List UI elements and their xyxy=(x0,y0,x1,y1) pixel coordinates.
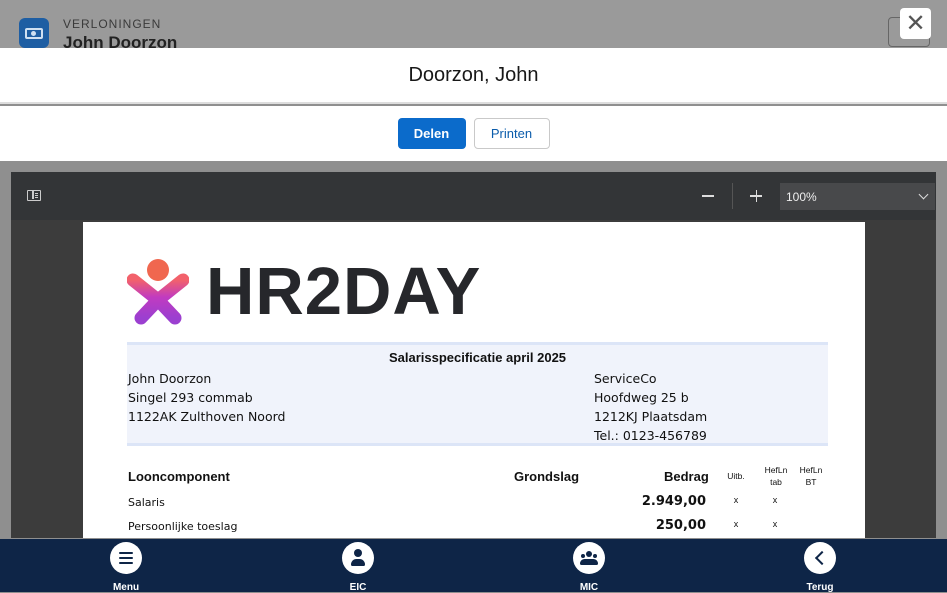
table-row-heflntab: x xyxy=(772,519,778,529)
sidebar-toggle-icon[interactable] xyxy=(27,190,41,201)
employer-address: ServiceCo Hoofdweg 25 b 1212KJ Plaatsdam… xyxy=(594,369,707,445)
bottom-nav: Menu EIC MIC Terug xyxy=(0,539,947,593)
address-line: 1122AK Zulthoven Noord xyxy=(128,409,286,424)
table-row-amount: 250,00 xyxy=(655,518,706,533)
close-modal-button[interactable]: ✕ xyxy=(900,8,931,39)
column-header-heflntab: HefLn tab xyxy=(764,465,788,487)
zoom-out-icon[interactable] xyxy=(699,187,717,205)
employee-address: John Doorzon Singel 293 commab 1122AK Zu… xyxy=(128,369,285,426)
nav-label: EIC xyxy=(349,582,367,593)
close-icon: ✕ xyxy=(905,9,926,37)
table-row-uitb: x xyxy=(733,519,739,529)
modal-title: Doorzon, John xyxy=(408,63,539,86)
pdf-page: HR2DAY Salarisspecificatie april 2025 Jo… xyxy=(83,222,865,538)
zoom-select[interactable]: 100% xyxy=(780,183,935,210)
zoom-in-icon[interactable] xyxy=(747,187,765,205)
hr2day-logo-icon xyxy=(127,259,189,325)
print-button[interactable]: Printen xyxy=(473,118,550,149)
address-line: ServiceCo xyxy=(594,371,657,386)
nav-label: Menu xyxy=(112,582,140,593)
address-line: Singel 293 commab xyxy=(128,390,253,405)
table-row-uitb: x xyxy=(733,495,739,505)
group-icon xyxy=(573,542,605,574)
nav-label: MIC xyxy=(579,582,599,593)
address-line: Hoofdweg 25 b xyxy=(594,390,689,405)
table-row-heflntab: x xyxy=(772,495,778,505)
nav-mic[interactable]: MIC xyxy=(554,542,624,593)
hamburger-menu-icon xyxy=(110,542,142,574)
person-icon xyxy=(342,542,374,574)
table-row-label: Salaris xyxy=(128,496,165,509)
modal-header: Doorzon, John xyxy=(0,48,947,104)
nav-back[interactable]: Terug xyxy=(785,542,855,593)
column-header-amount: Bedrag xyxy=(664,469,709,484)
column-header-heflnbt: HefLn BT xyxy=(799,465,823,487)
record-type-label: VERLONINGEN xyxy=(63,17,162,31)
chevron-left-icon xyxy=(804,542,836,574)
nav-label: Terug xyxy=(806,582,834,593)
table-row-label: Persoonlijke toeslag xyxy=(128,520,238,533)
modal-actions: Delen Printen xyxy=(0,106,947,161)
column-header-uitb: Uitb. xyxy=(727,471,745,481)
chevron-down-icon xyxy=(918,189,929,200)
nav-menu[interactable]: Menu xyxy=(91,542,161,593)
share-button[interactable]: Delen xyxy=(397,118,466,149)
spec-title: Salarisspecificatie april 2025 xyxy=(388,350,567,365)
address-line: John Doorzon xyxy=(128,371,212,386)
info-band: Salarisspecificatie april 2025 John Door… xyxy=(127,342,828,446)
address-line: Tel.: 0123-456789 xyxy=(594,428,707,443)
brand-wordmark: HR2DAY xyxy=(206,254,482,329)
table-row-amount: 2.949,00 xyxy=(641,494,706,509)
toolbar-divider xyxy=(732,183,733,209)
column-header-basis: Grondslag xyxy=(514,469,580,484)
pdf-toolbar: 100% xyxy=(11,172,936,220)
column-header-component: Looncomponent xyxy=(128,469,230,484)
nav-eic[interactable]: EIC xyxy=(323,542,393,593)
pdf-viewer: 100% HR2DAY Salarisspecificatie april 20… xyxy=(11,172,936,538)
zoom-value: 100% xyxy=(786,189,817,204)
address-line: 1212KJ Plaatsdam xyxy=(594,409,708,424)
payroll-icon xyxy=(19,18,49,48)
